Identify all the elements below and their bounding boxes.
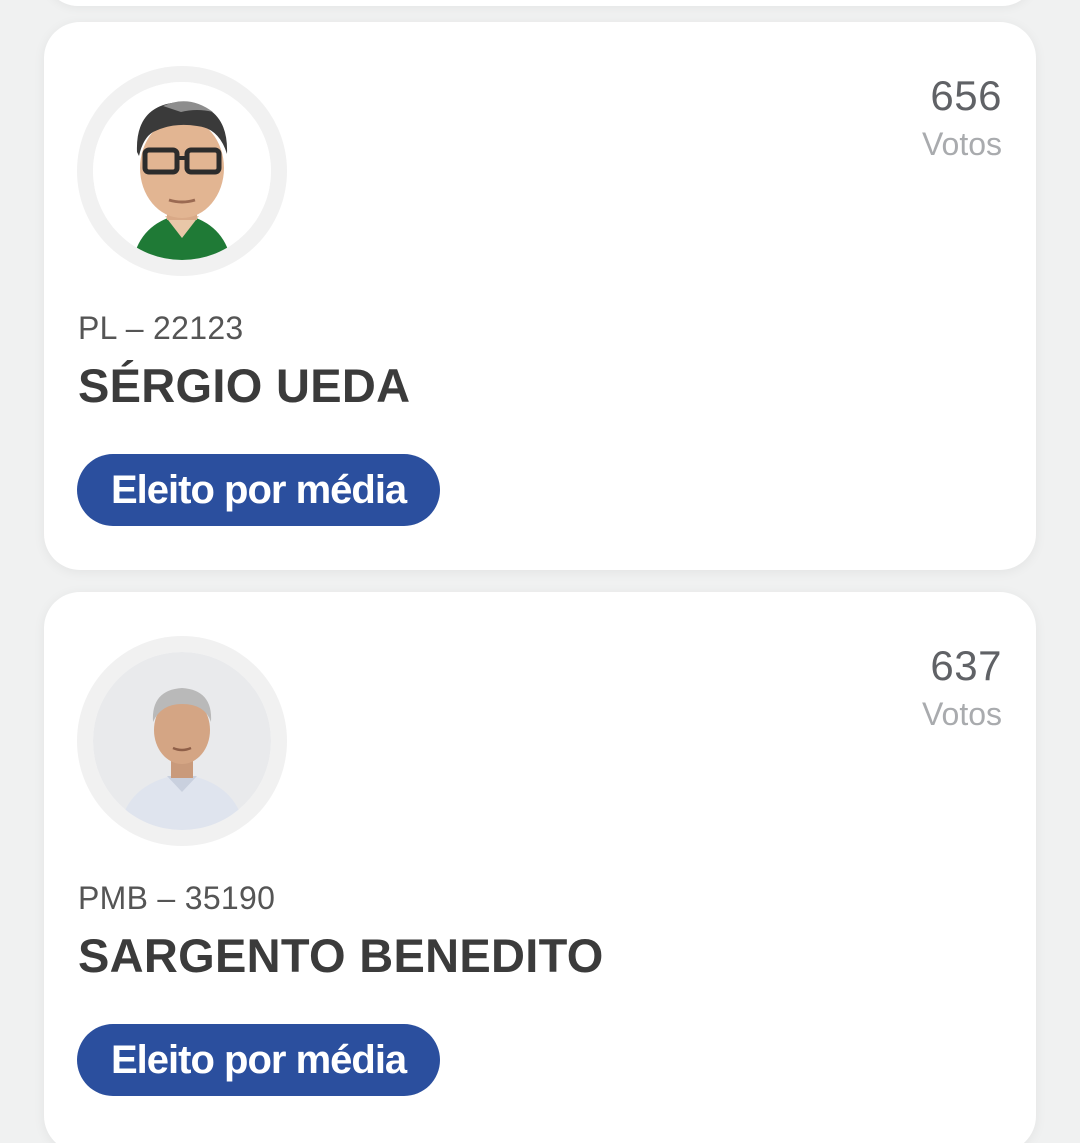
election-status-badge: Eleito por média: [77, 1024, 441, 1096]
candidate-name: SARGENTO BENEDITO: [78, 929, 604, 982]
candidate-card[interactable]: 637 Votos PMB – 35190 SARGENTO BENEDITO …: [44, 592, 1036, 1143]
candidate-photo-image: [93, 82, 271, 260]
candidate-photo-image: [93, 652, 271, 830]
party-number: PMB – 35190: [78, 880, 276, 916]
candidate-name: SÉRGIO UEDA: [78, 359, 411, 412]
party-number: PL – 22123: [78, 310, 244, 346]
candidate-list: 656 Votos PL – 22123 SÉRGIO UEDA Eleito …: [0, 0, 1080, 1143]
candidate-avatar: [77, 66, 287, 276]
candidate-photo: [93, 82, 271, 260]
vote-count-number: 637: [930, 642, 1002, 689]
vote-count-label: Votos: [921, 126, 1002, 162]
vote-count-number: 656: [930, 72, 1002, 119]
candidate-photo: [93, 652, 271, 830]
candidate-card[interactable]: 656 Votos PL – 22123 SÉRGIO UEDA Eleito …: [44, 22, 1036, 570]
vote-count-label: Votos: [921, 696, 1002, 732]
candidate-avatar: [77, 636, 287, 846]
vote-count: 656 Votos: [922, 70, 1002, 166]
vote-count: 637 Votos: [922, 640, 1002, 736]
election-status-badge: Eleito por média: [77, 454, 441, 526]
previous-candidate-card: [44, 0, 1036, 6]
